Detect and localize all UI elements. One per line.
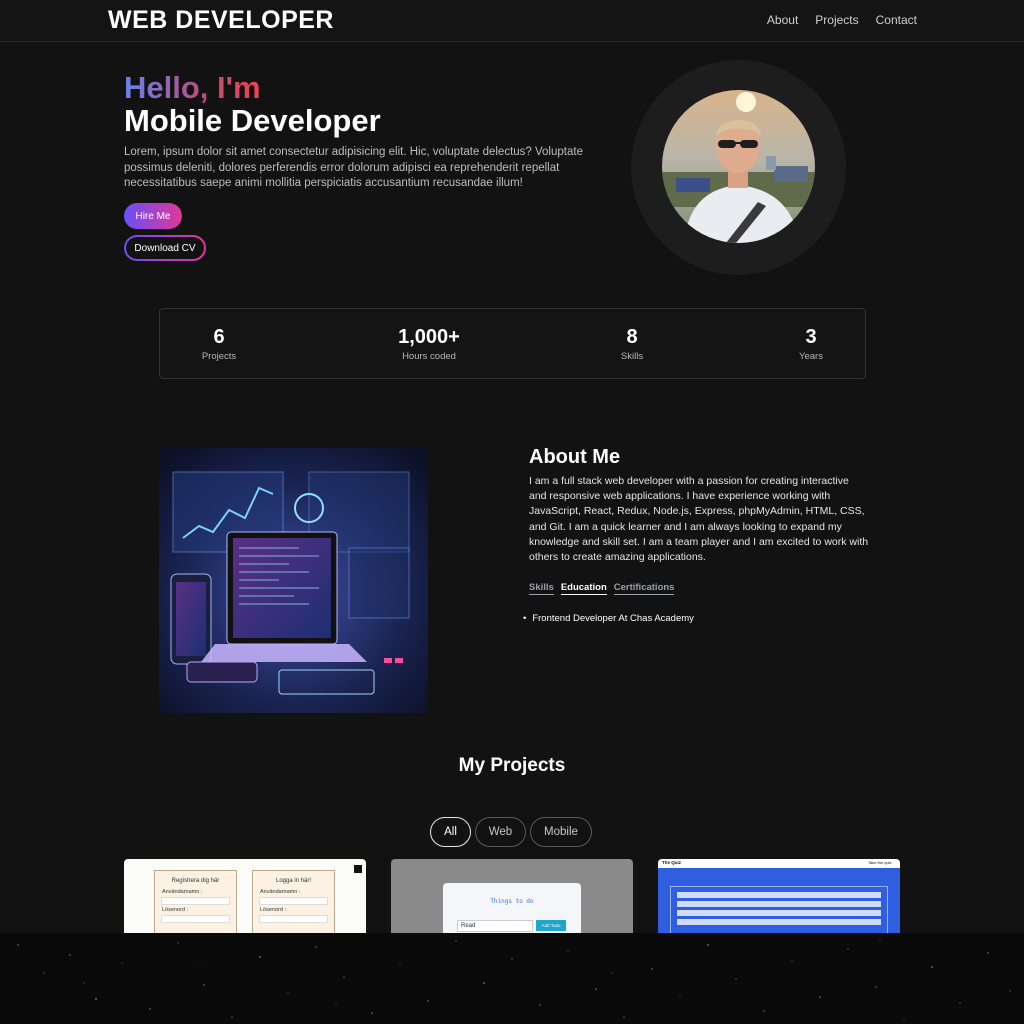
login-panel: Logga in här! Användarnamn : Lösenord : — [252, 870, 335, 939]
todo-panel: Things to do Read Add Todo — [443, 883, 581, 939]
starfield — [17, 940, 1011, 1020]
stat-label: Years — [799, 351, 823, 362]
background-starfield — [0, 933, 1024, 1024]
tab-skills[interactable]: Skills — [529, 582, 554, 595]
project-card-quiz[interactable]: The Quiz Take the quiz — [658, 859, 900, 939]
username-label: Användarnamn : — [162, 889, 203, 895]
filter-web[interactable]: Web — [475, 817, 526, 847]
quiz-brand: The Quiz — [662, 860, 681, 865]
register-password-input[interactable] — [161, 915, 230, 923]
login-password-input[interactable] — [259, 915, 328, 923]
quiz-field[interactable] — [677, 919, 881, 925]
tab-education[interactable]: Education — [560, 582, 607, 595]
navbar: WEB DEVELOPER About Projects Contact — [0, 0, 1024, 42]
hire-me-button[interactable]: Hire Me — [124, 203, 182, 229]
about-title: About Me — [529, 446, 621, 468]
about-tabs: Skills Education Certifications — [529, 582, 675, 595]
list-item: Frontend Developer At Chas Academy — [523, 613, 694, 624]
add-todo-button[interactable]: Add Todo — [536, 920, 566, 931]
download-cv-label: Download CV — [126, 237, 204, 259]
nav-link-projects[interactable]: Projects — [815, 13, 858, 27]
card-close-icon — [354, 865, 362, 873]
nav-link-contact[interactable]: Contact — [876, 13, 917, 27]
register-panel: Registrera dig här Användarnamn : Löseno… — [154, 870, 237, 939]
stat-skills: 8 Skills — [572, 325, 692, 362]
filter-mobile[interactable]: Mobile — [530, 817, 592, 847]
projects-title: My Projects — [458, 755, 566, 776]
stat-label: Skills — [620, 351, 644, 362]
login-username-input[interactable] — [259, 897, 328, 905]
stats-panel: 6 Projects 1,000+ Hours coded 8 Skills 3… — [159, 308, 866, 379]
stat-hours: 1,000+ Hours coded — [369, 325, 489, 362]
login-title: Logga in här! — [275, 878, 312, 884]
register-username-input[interactable] — [161, 897, 230, 905]
project-card-login[interactable]: Registrera dig här Användarnamn : Löseno… — [124, 859, 366, 939]
hero-greeting: Hello, I'm — [124, 70, 261, 105]
hero-description: Lorem, ipsum dolor sit amet consectetur … — [124, 146, 583, 189]
nav-link-about[interactable]: About — [767, 13, 798, 27]
stat-label: Projects — [201, 351, 237, 362]
brand-logo[interactable]: WEB DEVELOPER — [108, 6, 334, 35]
about-illustration — [159, 448, 428, 713]
todo-input[interactable]: Read — [457, 920, 533, 932]
laptop-illustration — [159, 448, 428, 713]
quiz-form — [670, 886, 888, 936]
stat-value: 3 — [805, 326, 817, 348]
stat-value: 6 — [213, 326, 225, 348]
quiz-nav-item[interactable]: Take the quiz — [868, 860, 892, 865]
nav-links: About Projects Contact — [767, 13, 917, 27]
password-label: Lösenord : — [260, 907, 286, 913]
filter-all[interactable]: All — [430, 817, 471, 847]
download-cv-button[interactable]: Download CV — [124, 235, 206, 261]
stat-years: 3 Years — [751, 325, 871, 362]
username-label: Användarnamn : — [260, 889, 301, 895]
todo-title: Things to do — [490, 898, 534, 905]
quiz-field[interactable] — [677, 892, 881, 898]
quiz-navbar: The Quiz Take the quiz — [658, 859, 900, 868]
password-label: Lösenord : — [162, 907, 188, 913]
stat-value: 8 — [626, 326, 638, 348]
about-list: Frontend Developer At Chas Academy — [523, 613, 694, 624]
tab-certifications[interactable]: Certifications — [613, 582, 675, 595]
profile-photo-illustration — [662, 90, 815, 243]
quiz-field[interactable] — [677, 901, 881, 907]
stat-projects: 6 Projects — [159, 325, 279, 362]
profile-photo — [662, 90, 815, 243]
project-card-todo[interactable]: Things to do Read Add Todo — [391, 859, 633, 939]
quiz-field[interactable] — [677, 910, 881, 916]
hero-role: Mobile Developer — [124, 103, 381, 138]
stat-value: 1,000+ — [398, 326, 460, 348]
stat-label: Hours coded — [402, 351, 456, 362]
register-title: Registrera dig här — [171, 878, 220, 884]
about-text: I am a full stack web developer with a p… — [529, 475, 869, 564]
